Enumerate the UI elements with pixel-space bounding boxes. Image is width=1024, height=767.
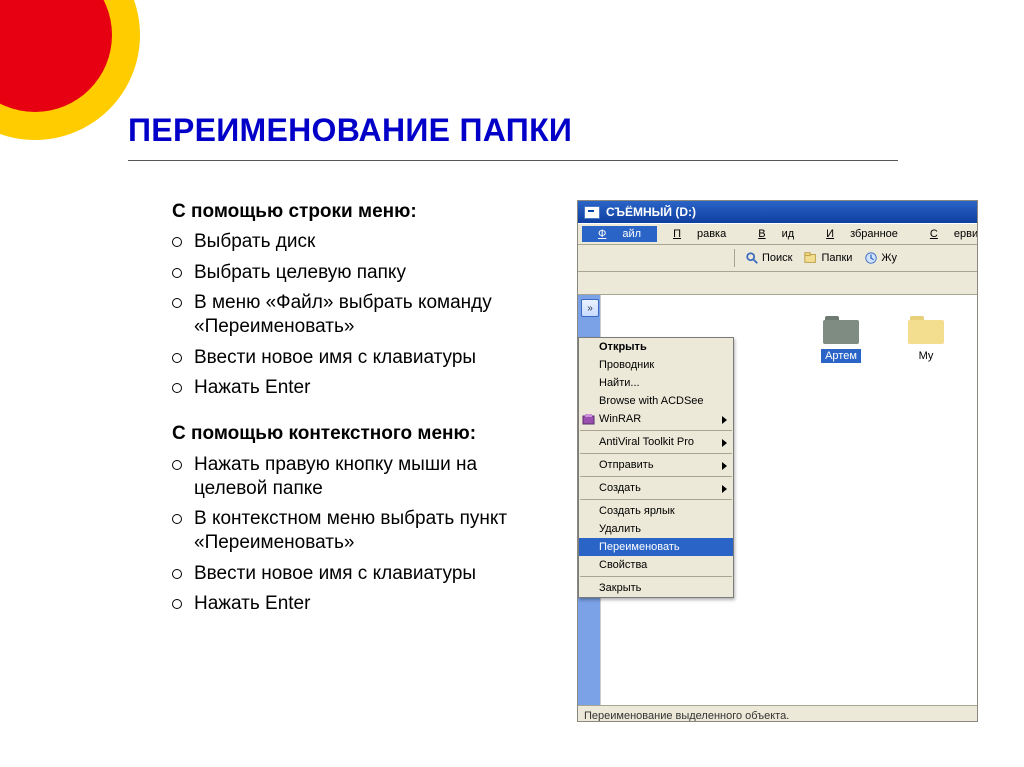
- ctx-item-label: Удалить: [599, 523, 641, 535]
- menu-view[interactable]: Вид: [742, 226, 810, 242]
- list-item: Ввести новое имя с клавиатуры: [172, 562, 552, 586]
- search-icon: [745, 251, 759, 265]
- folder-label: Артем: [821, 349, 861, 363]
- folders-icon: [804, 251, 818, 265]
- ctx-item[interactable]: Проводник: [579, 356, 733, 374]
- slide-title: ПЕРЕИМЕНОВАНИЕ ПАПКИ: [128, 112, 572, 149]
- window-titlebar[interactable]: СЪЁМНЫЙ (D:): [578, 201, 977, 223]
- list-item: Ввести новое имя с клавиатуры: [172, 346, 552, 370]
- ctx-item-label: WinRAR: [599, 413, 641, 425]
- toolbar-journal[interactable]: Жу: [860, 251, 901, 265]
- ctx-item[interactable]: Удалить: [579, 520, 733, 538]
- title-rule: [128, 160, 898, 161]
- journal-icon: [864, 251, 878, 265]
- address-bar[interactable]: [578, 272, 977, 295]
- ctx-item[interactable]: Создать: [579, 479, 733, 497]
- section2-heading: С помощью контекстного меню:: [172, 422, 552, 446]
- ctx-item-label: AntiViral Toolkit Pro: [599, 436, 694, 448]
- ctx-item-label: Проводник: [599, 359, 654, 371]
- section2-list: Нажать правую кнопку мыши на целевой пап…: [172, 453, 552, 617]
- menu-bar[interactable]: Файл Правка Вид Избранное Сервис Сп: [578, 223, 977, 245]
- list-item: Нажать правую кнопку мыши на целевой пап…: [172, 453, 552, 502]
- explorer-window: СЪЁМНЫЙ (D:) Файл Правка Вид Избранное С…: [577, 200, 978, 722]
- ctx-item-label: Создать ярлык: [599, 505, 675, 517]
- ctx-item-label: Свойства: [599, 559, 647, 571]
- ctx-item[interactable]: AntiViral Toolkit Pro: [579, 433, 733, 451]
- drive-icon: [584, 206, 600, 219]
- folder-icon: [906, 313, 946, 345]
- list-item: Выбрать диск: [172, 230, 552, 254]
- ctx-item-label: Закрыть: [599, 582, 641, 594]
- section1-heading: С помощью строки меню:: [172, 200, 552, 224]
- slide-corner-ornament: [0, 0, 140, 140]
- folder-label: Му: [915, 349, 938, 363]
- sidebar-chevron-icon[interactable]: »: [581, 299, 599, 317]
- list-item: Нажать Enter: [172, 592, 552, 616]
- ctx-item[interactable]: Закрыть: [579, 579, 733, 597]
- toolbar-search[interactable]: Поиск: [741, 251, 796, 265]
- list-item: Нажать Enter: [172, 376, 552, 400]
- ctx-item[interactable]: Отправить: [579, 456, 733, 474]
- menu-tools[interactable]: Сервис: [914, 226, 978, 242]
- status-bar: Переименование выделенного объекта.: [578, 705, 977, 722]
- ctx-item[interactable]: Найти...: [579, 374, 733, 392]
- list-item: В меню «Файл» выбрать команду «Переимено…: [172, 291, 552, 340]
- folder-icon: [821, 313, 861, 345]
- menu-favorites[interactable]: Избранное: [810, 226, 914, 242]
- toolbar[interactable]: Поиск Папки Жу: [578, 245, 977, 272]
- menu-edit[interactable]: Правка: [657, 226, 742, 242]
- ctx-item[interactable]: WinRAR: [579, 410, 733, 428]
- file-menu-dropdown[interactable]: Открыть Проводник Найти... Browse with ACDS…: [578, 337, 734, 598]
- ctx-item-label: Открыть: [599, 341, 647, 353]
- section1-list: Выбрать диск Выбрать целевую папку В мен…: [172, 230, 552, 400]
- ctx-item[interactable]: Открыть: [579, 338, 733, 356]
- ctx-item[interactable]: Переименовать: [579, 538, 733, 556]
- toolbar-separator: [734, 249, 735, 267]
- ctx-item-label: Переименовать: [599, 541, 680, 553]
- list-item: В контекстном меню выбрать пункт «Переим…: [172, 507, 552, 556]
- winrar-icon: [582, 413, 595, 426]
- ctx-item-label: Найти...: [599, 377, 640, 389]
- slide-content: С помощью строки меню: Выбрать диск Выбр…: [172, 200, 552, 638]
- ctx-item[interactable]: Свойства: [579, 556, 733, 574]
- explorer-body: » Артем Му Открыть Проводник Найти... Browse…: [578, 295, 977, 705]
- ctx-item[interactable]: Browse with ACDSee: [579, 392, 733, 410]
- toolbar-folders[interactable]: Папки: [800, 251, 856, 265]
- ctx-item[interactable]: Создать ярлык: [579, 502, 733, 520]
- ctx-item-label: Создать: [599, 482, 641, 494]
- list-item: Выбрать целевую папку: [172, 261, 552, 285]
- window-title: СЪЁМНЫЙ (D:): [606, 205, 696, 219]
- folder-item[interactable]: Му: [891, 313, 961, 363]
- ctx-item-label: Отправить: [599, 459, 654, 471]
- menu-file[interactable]: Файл: [582, 226, 657, 242]
- ctx-item-label: Browse with ACDSee: [599, 395, 704, 407]
- folder-item[interactable]: Артем: [806, 313, 876, 363]
